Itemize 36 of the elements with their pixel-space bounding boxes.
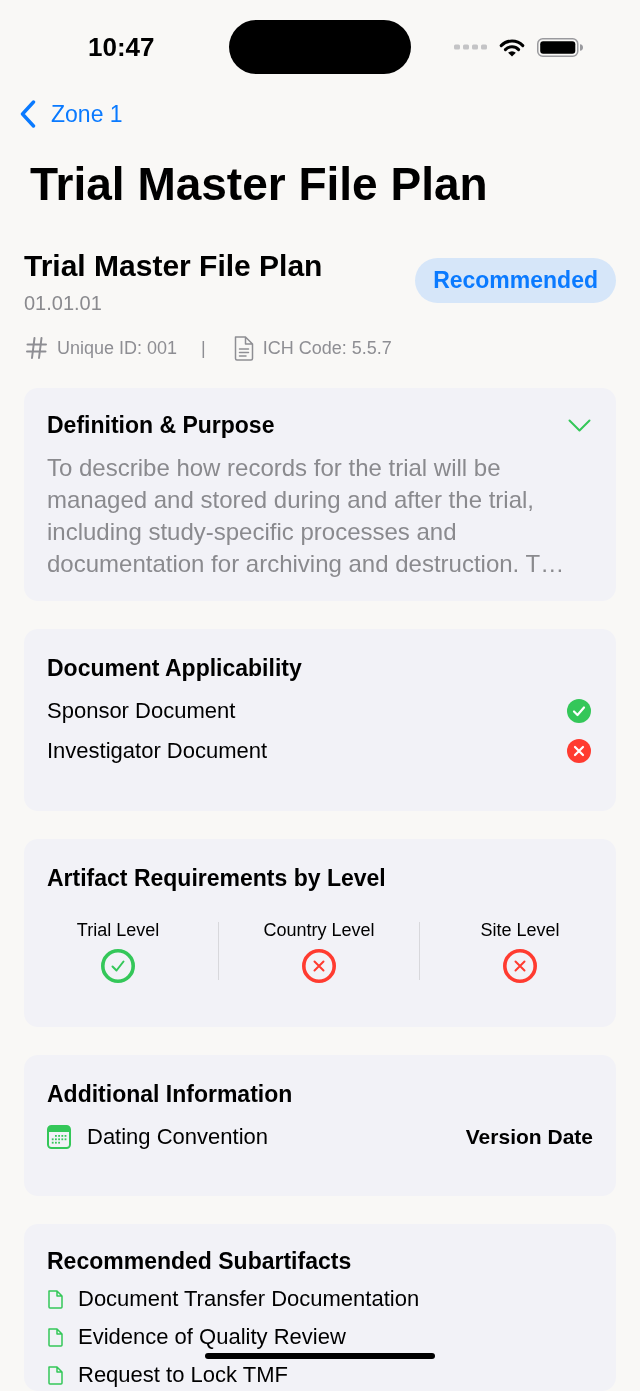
level-label: Country Level — [263, 919, 375, 941]
back-button[interactable]: Zone 1 — [20, 99, 123, 129]
unique-id-text: Unique ID: 001 — [57, 337, 178, 360]
page-title: Trial Master File Plan — [30, 157, 489, 212]
ich-code-text: ICH Code: 5.5.7 — [262, 337, 392, 360]
card-title: Recommended Subartifacts — [47, 1247, 353, 1276]
subartifact-label: Request to Lock TMF — [78, 1362, 288, 1388]
calendar-icon — [47, 1125, 71, 1149]
document-icon — [232, 335, 254, 361]
applicability-label: Investigator Document — [47, 737, 268, 765]
status-time: 10:47 — [88, 32, 156, 62]
info-label: Dating Convention — [87, 1123, 268, 1151]
chevron-left-icon — [20, 100, 36, 128]
artifact-number: 01.01.01 — [24, 291, 103, 316]
status-badge: Recommended — [415, 258, 616, 303]
subartifact-label: Document Transfer Documentation — [78, 1286, 420, 1312]
level-label: Trial Level — [76, 919, 160, 941]
info-value: Version Date — [465, 1124, 593, 1150]
level-label: Site Level — [480, 919, 560, 941]
battery-icon — [537, 37, 583, 57]
artifact-title: Trial Master File Plan — [24, 248, 323, 284]
separator-text: | — [201, 337, 206, 360]
hash-icon — [26, 337, 47, 359]
card-title: Definition & Purpose — [47, 411, 275, 440]
card-title: Document Applicability — [47, 654, 303, 683]
applicability-label: Sponsor Document — [47, 697, 236, 725]
card-title: Artifact Requirements by Level — [47, 864, 387, 893]
card-title: Additional Information — [47, 1080, 294, 1109]
subartifact-label: Evidence of Quality Review — [78, 1324, 346, 1350]
cellular-signal-icon — [454, 44, 487, 50]
definition-text: To describe how records for the trial will be managed and stored during and after the trial, including study-specific processes and documentation for archiving and destruction. T… — [47, 453, 566, 579]
document-icon — [48, 1289, 63, 1309]
document-icon — [48, 1365, 63, 1385]
wifi-icon — [499, 37, 525, 57]
chevron-down-icon[interactable] — [568, 418, 591, 432]
document-icon — [48, 1327, 63, 1347]
